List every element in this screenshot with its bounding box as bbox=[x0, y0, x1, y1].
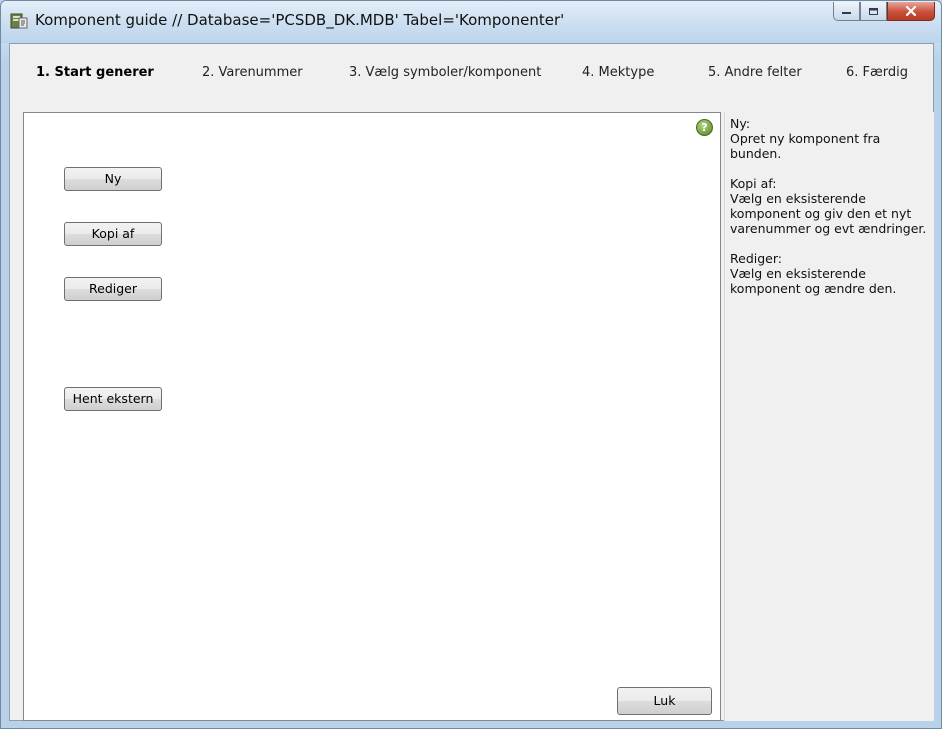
maximize-button[interactable] bbox=[860, 2, 887, 21]
help-heading: Rediger: bbox=[730, 251, 782, 266]
maximize-icon bbox=[869, 7, 878, 15]
ny-button[interactable]: Ny bbox=[64, 167, 162, 191]
help-question-icon[interactable]: ? bbox=[696, 119, 713, 136]
step-mektype: 4. Mektype bbox=[582, 65, 655, 80]
wizard-steps: 1. Start generer 2. Varenummer 3. Vælg s… bbox=[10, 44, 933, 104]
minimize-button[interactable] bbox=[833, 2, 860, 21]
help-text: Ny: Opret ny komponent fra bunden. Kopi … bbox=[730, 116, 930, 311]
help-heading: Ny: bbox=[730, 116, 751, 131]
help-heading: Kopi af: bbox=[730, 176, 777, 191]
app-icon[interactable] bbox=[10, 12, 28, 30]
window-title: Komponent guide // Database='PCSDB_DK.MD… bbox=[35, 11, 565, 29]
close-icon bbox=[905, 6, 917, 16]
step-vaelg-symboler: 3. Vælg symboler/komponent bbox=[349, 65, 542, 80]
help-panel: Ny: Opret ny komponent fra bunden. Kopi … bbox=[724, 112, 934, 721]
help-body: Vælg en eksisterende komponent og giv de… bbox=[730, 191, 927, 236]
main-panel: ? Ny Kopi af Rediger Hent ekstern Luk bbox=[23, 112, 721, 721]
window-controls bbox=[833, 2, 935, 21]
step-andre-felter: 5. Andre felter bbox=[708, 65, 802, 80]
luk-button[interactable]: Luk bbox=[617, 687, 712, 715]
help-body: Vælg en eksisterende komponent og ændre … bbox=[730, 266, 897, 296]
help-block-ny: Ny: Opret ny komponent fra bunden. bbox=[730, 116, 930, 161]
wizard-window: Komponent guide // Database='PCSDB_DK.MD… bbox=[0, 0, 942, 729]
minimize-icon bbox=[842, 12, 851, 14]
client-area: 1. Start generer 2. Varenummer 3. Vælg s… bbox=[9, 43, 934, 721]
step-faerdig: 6. Færdig bbox=[846, 65, 909, 80]
step-start-generer: 1. Start generer bbox=[36, 65, 154, 80]
help-block-kopi-af: Kopi af: Vælg en eksisterende komponent … bbox=[730, 176, 930, 236]
step-varenummer: 2. Varenummer bbox=[202, 65, 303, 80]
hent-ekstern-button[interactable]: Hent ekstern bbox=[64, 387, 162, 411]
rediger-button[interactable]: Rediger bbox=[64, 277, 162, 301]
close-button[interactable] bbox=[887, 2, 935, 21]
help-block-rediger: Rediger: Vælg en eksisterende komponent … bbox=[730, 251, 930, 296]
kopi-af-button[interactable]: Kopi af bbox=[64, 222, 162, 246]
title-bar[interactable]: Komponent guide // Database='PCSDB_DK.MD… bbox=[1, 1, 941, 43]
help-body: Opret ny komponent fra bunden. bbox=[730, 131, 881, 161]
